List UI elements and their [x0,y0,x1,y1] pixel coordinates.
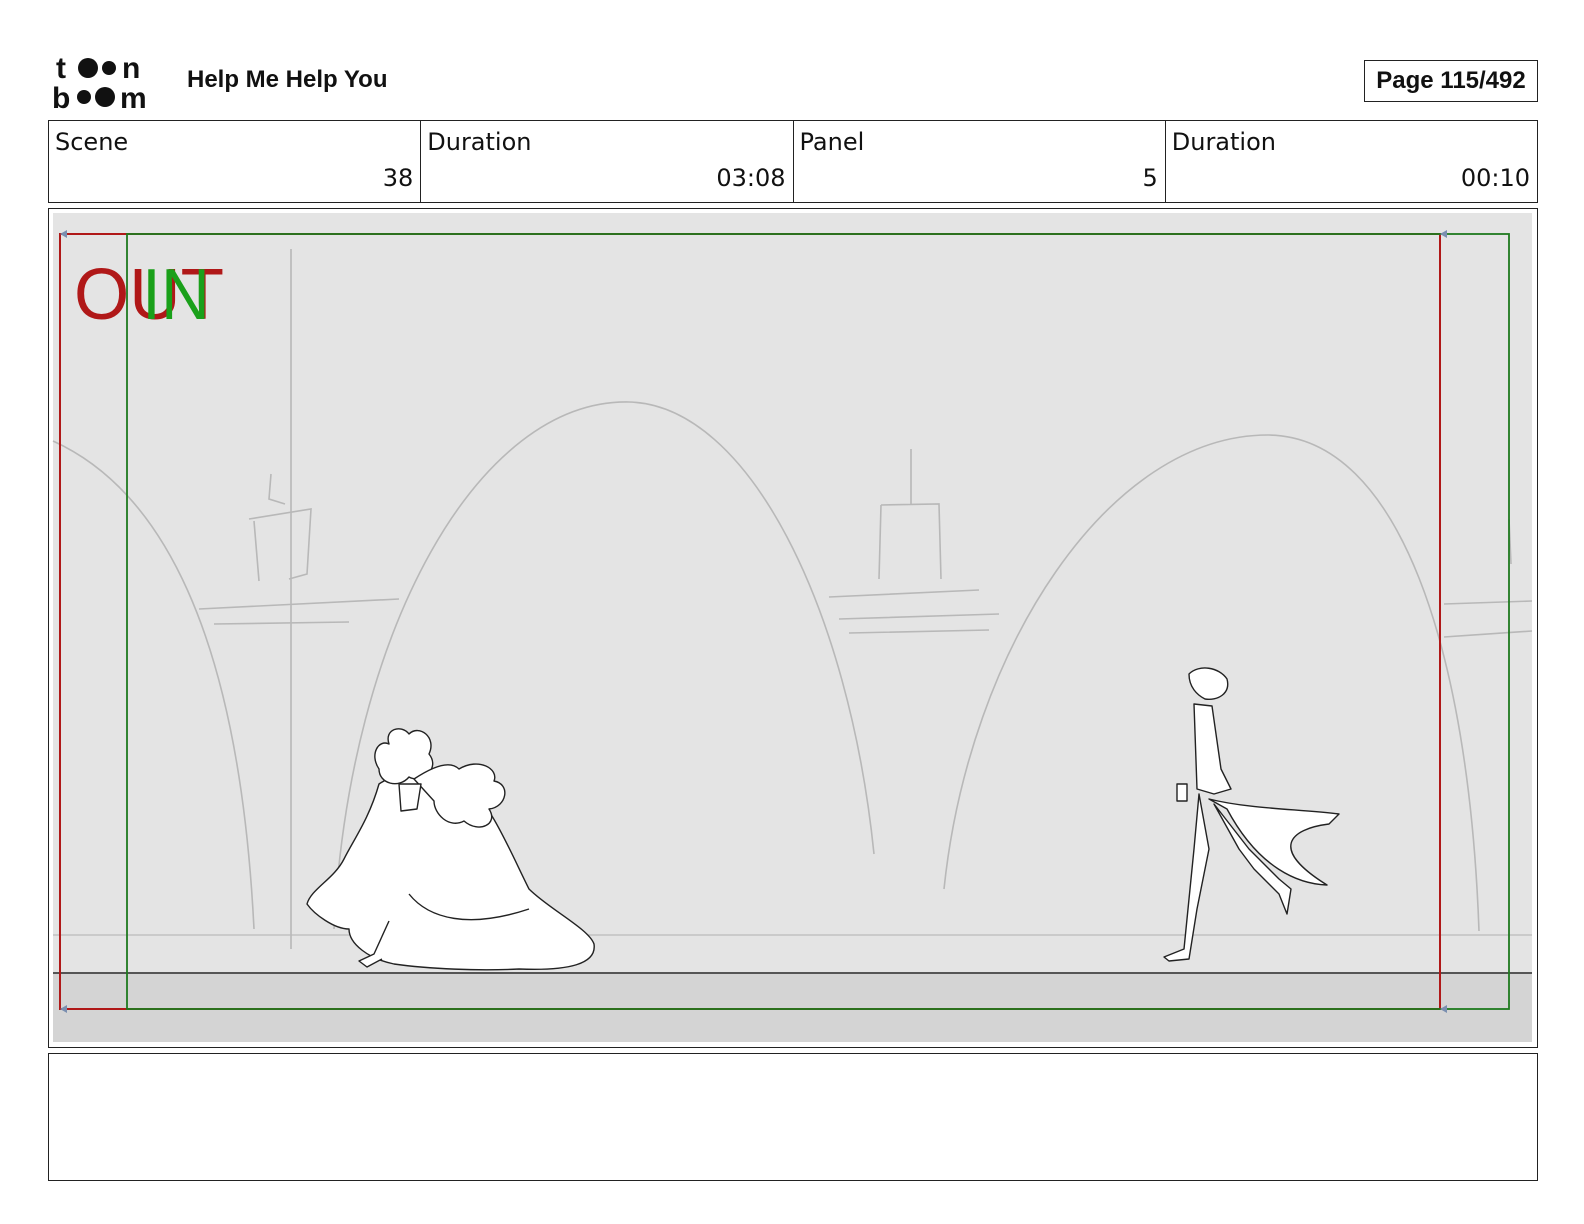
svg-text:t: t [56,52,66,85]
floor [53,973,1532,1042]
project-title: Help Me Help You [187,66,388,93]
scene-cell: Scene 38 [49,121,422,202]
storyboard-panel: OUT IN [48,208,1538,1048]
panel-duration-value: 00:10 [1460,164,1530,192]
svg-text:m: m [120,82,147,112]
scene-duration-value: 03:08 [716,164,786,192]
page-number: Page 115/492 [1364,60,1538,102]
scene-label: Scene [55,128,129,156]
scene-duration-cell: Duration 03:08 [421,121,794,202]
notes-box [48,1053,1538,1181]
panel-cell: Panel 5 [794,121,1166,202]
panel-info-row: Scene 38 Duration 03:08 Panel 5 Duration… [48,120,1538,203]
toon-boom-logo: t n b m [52,52,147,112]
panel-value: 5 [1142,164,1158,192]
panel-duration-cell: Duration 00:10 [1166,121,1537,202]
panel-background [53,213,1532,1042]
svg-text:n: n [122,52,140,85]
svg-text:b: b [52,82,70,112]
scene-value: 38 [382,164,414,192]
panel-duration-label: Duration [1171,128,1276,156]
scene-duration-label: Duration [427,128,532,156]
panel-label: Panel [799,128,865,156]
in-label: IN [142,255,210,335]
panel-drawing: OUT IN [52,213,1533,1042]
